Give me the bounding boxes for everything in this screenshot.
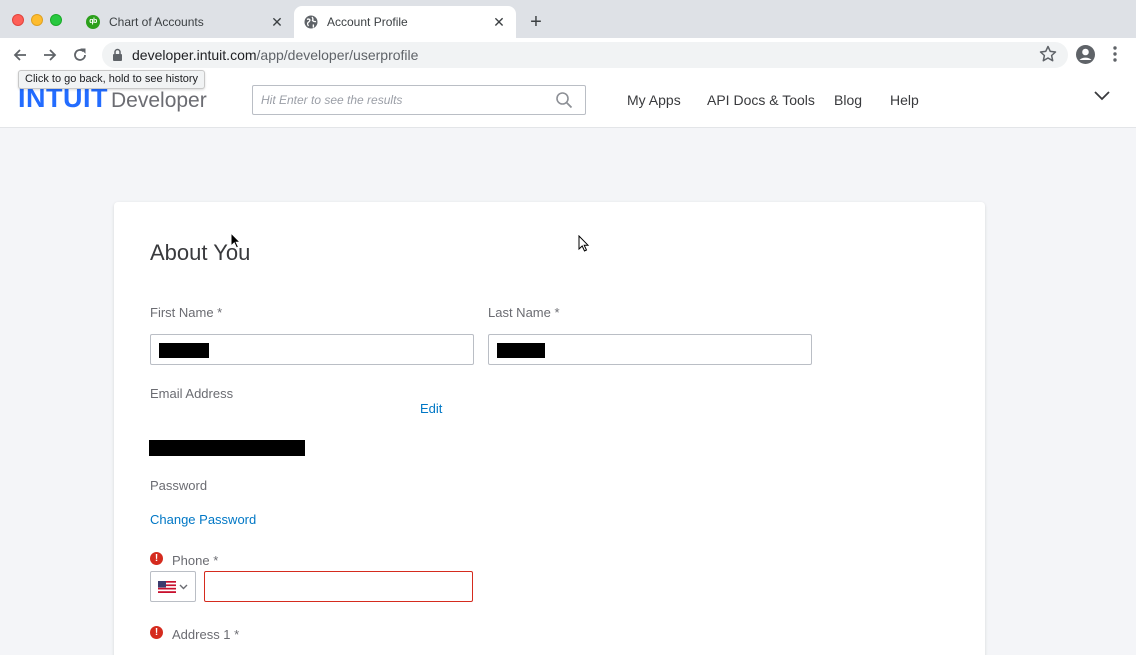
password-label: Password: [150, 478, 208, 493]
error-icon: !: [150, 552, 163, 565]
us-flag-icon: [158, 580, 176, 593]
email-label: Email Address: [150, 386, 234, 401]
mouse-cursor-icon: [578, 235, 590, 252]
nav-my-apps[interactable]: My Apps: [627, 92, 681, 108]
first-name-field[interactable]: [150, 334, 474, 365]
browser-toolbar: developer.intuit.com/app/developer/userp…: [0, 38, 1136, 72]
arrow-right-icon: [44, 49, 57, 61]
bookmark-star-icon[interactable]: [1038, 44, 1058, 64]
error-icon: !: [150, 626, 163, 639]
forward-button[interactable]: [39, 44, 61, 66]
edit-email-link[interactable]: Edit: [420, 401, 442, 416]
last-name-label: Last Name *: [488, 305, 560, 320]
window-maximize-button[interactable]: [50, 14, 62, 26]
back-button[interactable]: [9, 44, 31, 66]
country-code-select[interactable]: [150, 571, 196, 602]
address1-label: Address 1 *: [172, 627, 240, 642]
tab-title: Chart of Accounts: [109, 15, 204, 29]
redacted-value: [497, 343, 545, 358]
tab-account-profile[interactable]: Account Profile ✕: [294, 6, 516, 38]
url-host: developer.intuit.com: [132, 47, 257, 63]
browser-tab-bar: qb Chart of Accounts ✕ Account Profile ✕…: [0, 0, 1136, 38]
browser-menu-icon[interactable]: [1106, 44, 1124, 64]
redacted-email: [149, 440, 305, 456]
close-tab-icon[interactable]: ✕: [490, 13, 508, 31]
chevron-down-icon[interactable]: [1092, 89, 1112, 103]
logo-product-text: Developer: [111, 89, 207, 112]
mouse-cursor-icon: [230, 232, 242, 249]
nav-blog[interactable]: Blog: [834, 92, 862, 108]
nav-api-docs-tools[interactable]: API Docs & Tools: [707, 92, 815, 108]
about-you-card: About You First Name * Last Name * Email…: [114, 202, 985, 655]
site-search: [252, 85, 586, 115]
address-bar[interactable]: developer.intuit.com/app/developer/userp…: [102, 42, 1068, 68]
reload-button[interactable]: [69, 44, 91, 66]
url-path: /app/developer/userprofile: [256, 47, 419, 63]
globe-icon: [303, 14, 319, 30]
arrow-left-icon: [13, 49, 26, 61]
search-input[interactable]: [253, 86, 543, 114]
phone-input[interactable]: [204, 571, 473, 602]
tab-chart-of-accounts[interactable]: qb Chart of Accounts ✕: [76, 6, 294, 38]
reload-icon: [74, 48, 86, 61]
change-password-link[interactable]: Change Password: [150, 512, 256, 527]
profile-avatar-icon[interactable]: [1075, 44, 1096, 65]
chevron-down-icon: [179, 584, 188, 589]
window-close-button[interactable]: [12, 14, 24, 26]
tab-title: Account Profile: [327, 15, 408, 29]
first-name-label: First Name *: [150, 305, 223, 320]
back-button-tooltip: Click to go back, hold to see history: [18, 70, 206, 89]
quickbooks-icon: qb: [85, 14, 101, 30]
url-text: developer.intuit.com/app/developer/userp…: [132, 47, 418, 63]
search-icon[interactable]: [555, 91, 573, 109]
new-tab-button[interactable]: +: [526, 12, 546, 32]
window-minimize-button[interactable]: [31, 14, 43, 26]
lock-icon: [113, 48, 122, 61]
phone-label: Phone *: [172, 553, 219, 568]
nav-help[interactable]: Help: [890, 92, 919, 108]
close-tab-icon[interactable]: ✕: [268, 13, 286, 31]
last-name-field[interactable]: [488, 334, 812, 365]
redacted-value: [159, 343, 209, 358]
